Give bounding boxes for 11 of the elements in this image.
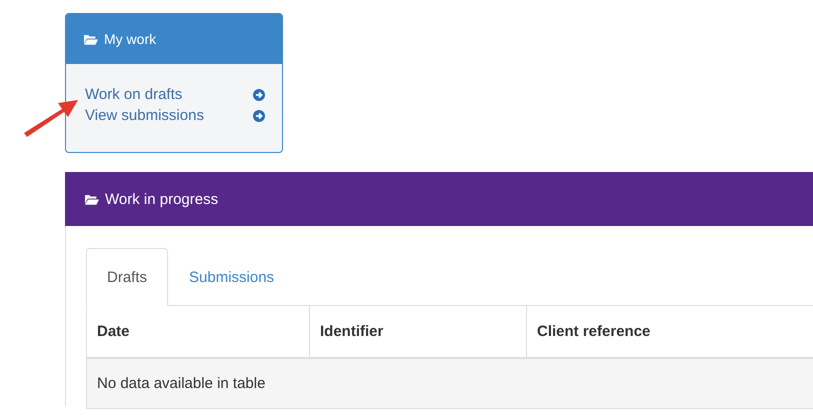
card-title: My work	[104, 31, 156, 47]
nav-link[interactable]: Work on drafts	[85, 86, 265, 103]
tab[interactable]: Submissions	[168, 248, 296, 306]
arrow-circle-icon	[253, 110, 265, 122]
empty-message: No data available in table	[86, 358, 813, 408]
nav-link[interactable]: View submissions	[85, 107, 265, 124]
folder-icon	[84, 34, 98, 44]
arrow-circle-icon	[253, 88, 265, 100]
folder-icon	[85, 194, 99, 204]
tab[interactable]: Drafts	[86, 248, 168, 306]
panel-title: Work in progress	[105, 190, 218, 208]
